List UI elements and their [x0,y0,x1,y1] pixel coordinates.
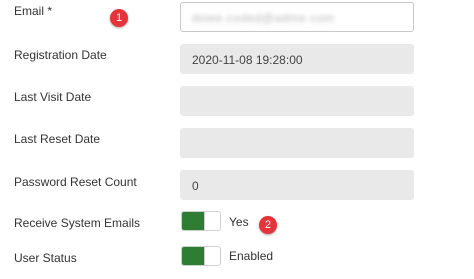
email-value: dowe.coded@adme.com [192,11,335,25]
password-reset-count-field: 0 [180,170,414,200]
annotation-marker-2: 2 [259,216,277,234]
annotation-marker-1: 1 [110,9,128,27]
registration-date-value: 2020-11-08 19:28:00 [192,53,303,67]
email-field[interactable]: dowe.coded@adme.com [180,2,414,32]
receive-system-emails-label: Receive System Emails [14,216,141,230]
email-label: Email * [14,4,53,18]
password-reset-count-label: Password Reset Count [14,175,137,189]
toggle-knob [204,247,220,265]
receive-system-emails-toggle[interactable] [181,211,221,231]
toggle-on-fill [182,247,204,265]
registration-date-label: Registration Date [14,48,107,62]
last-visit-date-field [180,86,414,116]
receive-system-emails-value: Yes [229,215,249,229]
user-details-form: Email * dowe.coded@adme.com 1 Registrati… [0,0,474,279]
registration-date-field: 2020-11-08 19:28:00 [180,44,414,74]
password-reset-count-value: 0 [192,179,199,193]
toggle-knob [204,212,220,230]
toggle-on-fill [182,212,204,230]
last-reset-date-field [180,128,414,158]
last-visit-date-label: Last Visit Date [14,90,92,104]
last-reset-date-label: Last Reset Date [14,132,101,146]
user-status-label: User Status [14,251,77,265]
user-status-toggle[interactable] [181,246,221,266]
user-status-value: Enabled [229,249,274,263]
